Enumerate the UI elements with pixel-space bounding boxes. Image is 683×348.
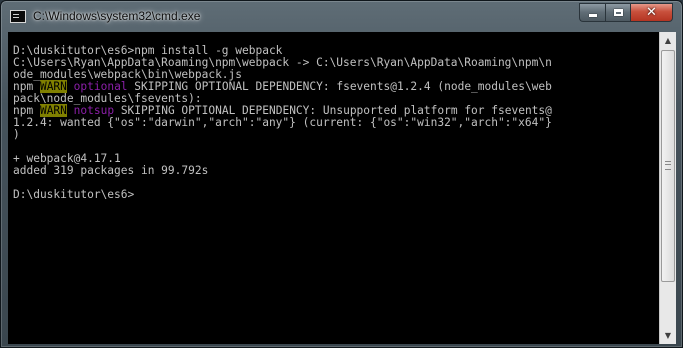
- close-button[interactable]: ✕: [630, 3, 673, 22]
- scroll-up-button[interactable]: ▲: [660, 32, 676, 49]
- maximize-icon: [613, 9, 623, 16]
- grip-icon: [665, 161, 671, 170]
- window-controls: ✕: [579, 3, 673, 23]
- console-icon[interactable]: [10, 10, 26, 23]
- console-output[interactable]: D:\duskitutor\es6>npm install -g webpack…: [8, 32, 659, 344]
- console-text: D:\duskitutor\es6>: [13, 188, 135, 201]
- console-line: ): [13, 129, 552, 141]
- console-line: 1.2.4: wanted {"os":"darwin","arch":"any…: [13, 117, 552, 129]
- cmd-window: C:\Windows\system32\cmd.exe ✕ D:\duskitu…: [0, 0, 683, 348]
- close-icon: ✕: [646, 5, 657, 20]
- vertical-scrollbar[interactable]: ▲ ▼: [659, 32, 676, 344]
- console-line: D:\duskitutor\es6>: [13, 189, 552, 201]
- console-text: added 319 packages in 99.792s: [13, 164, 209, 177]
- minimize-icon: [588, 14, 597, 17]
- scroll-up-arrow-icon: ▲: [664, 36, 672, 45]
- console-line: added 319 packages in 99.792s: [13, 165, 552, 177]
- window-title: C:\Windows\system32\cmd.exe: [33, 9, 201, 23]
- console-text: 1.2.4: wanted {"os":"darwin","arch":"any…: [13, 116, 552, 129]
- title-bar[interactable]: C:\Windows\system32\cmd.exe ✕: [1, 1, 682, 31]
- console-lines: D:\duskitutor\es6>npm install -g webpack…: [13, 45, 552, 201]
- maximize-button[interactable]: [605, 3, 630, 22]
- minimize-button[interactable]: [579, 3, 605, 22]
- scroll-down-button[interactable]: ▼: [660, 327, 676, 344]
- console-text: ): [13, 128, 20, 141]
- scroll-down-arrow-icon: ▼: [664, 331, 672, 340]
- scrollbar-thumb[interactable]: [661, 50, 675, 282]
